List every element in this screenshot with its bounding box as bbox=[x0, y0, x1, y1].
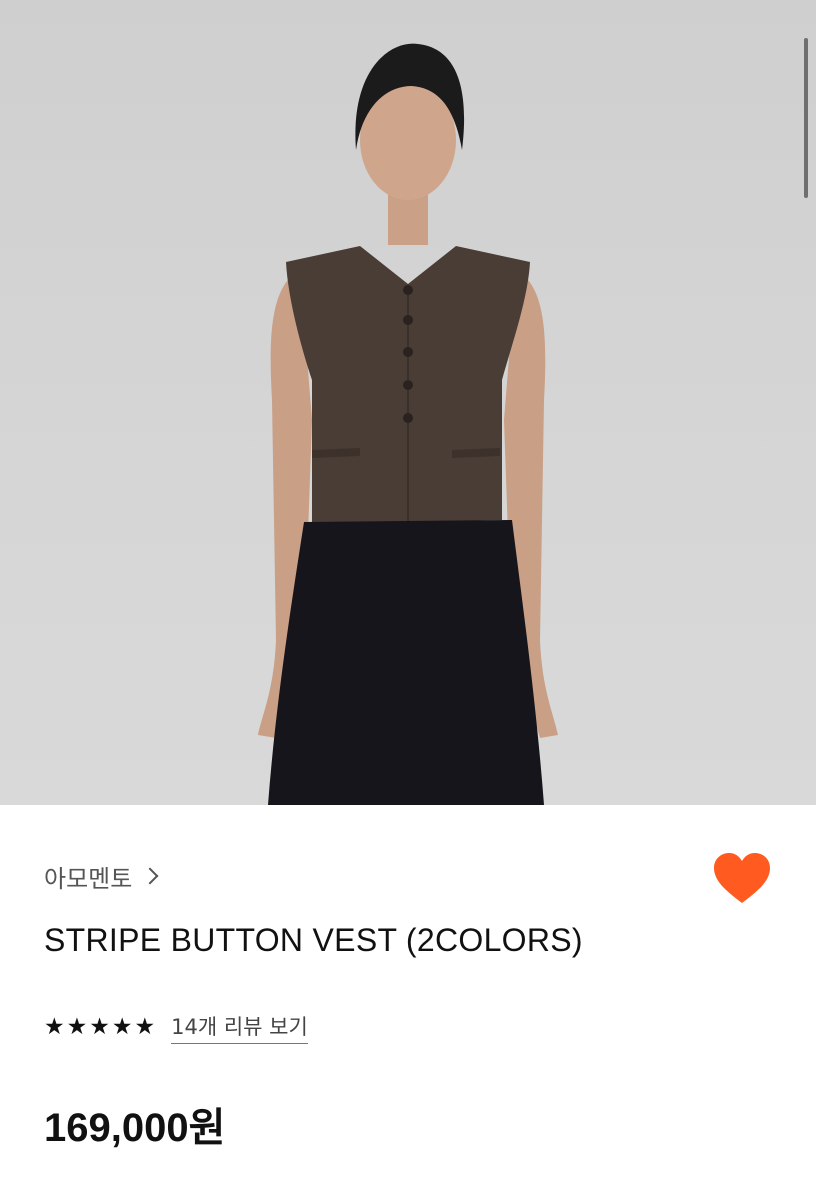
product-info: 아모멘토 STRIPE BUTTON VEST (2COLORS) ★ ★ ★ … bbox=[0, 805, 816, 1200]
star-icon: ★ bbox=[111, 1014, 133, 1040]
rating-row: ★ ★ ★ ★ ★ 14개 리뷰 보기 bbox=[44, 1011, 308, 1044]
chevron-right-icon bbox=[141, 867, 159, 885]
heart-icon[interactable] bbox=[714, 853, 770, 905]
product-title: STRIPE BUTTON VEST (2COLORS) bbox=[44, 922, 583, 958]
star-icon: ★ bbox=[66, 1014, 88, 1040]
brand-name: 아모멘토 bbox=[44, 864, 133, 893]
star-icon: ★ bbox=[89, 1014, 110, 1040]
star-icon: ★ bbox=[134, 1014, 156, 1040]
scrollbar[interactable] bbox=[804, 38, 808, 198]
product-image[interactable] bbox=[0, 0, 816, 805]
price: 169,000원 bbox=[44, 1106, 226, 1150]
brand-link[interactable]: 아모멘토 bbox=[44, 861, 159, 893]
rating-stars: ★ ★ ★ ★ ★ bbox=[44, 1016, 155, 1039]
model-photo bbox=[258, 43, 558, 805]
star-icon: ★ bbox=[44, 1014, 65, 1040]
review-link[interactable]: 14개 리뷰 보기 bbox=[171, 1011, 308, 1044]
